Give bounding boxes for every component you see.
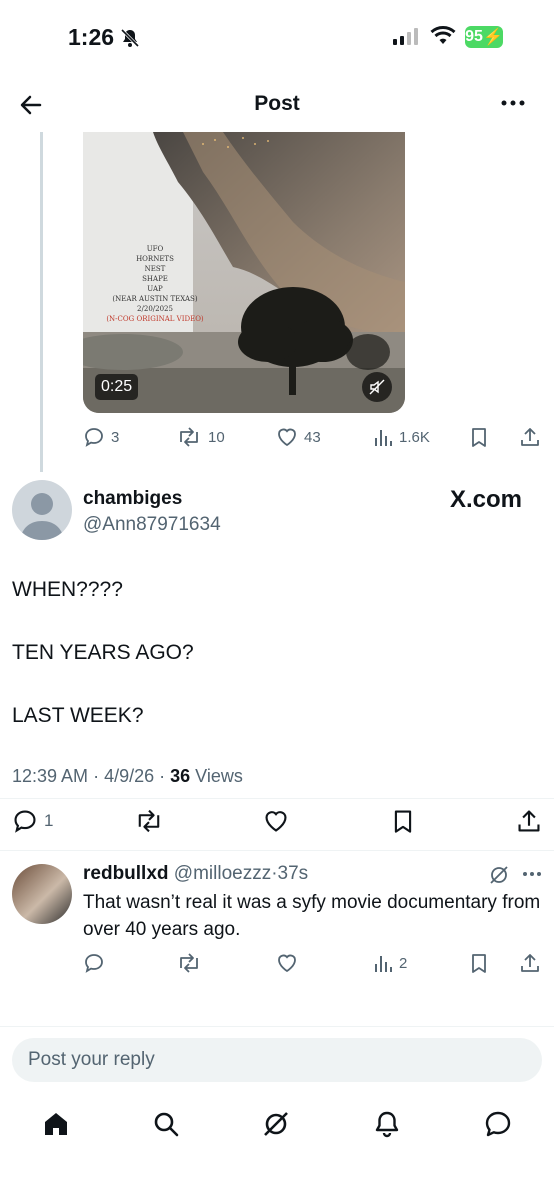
quoted-repost-button[interactable]: 10 [176,426,225,448]
thread-connector [40,132,43,472]
divider [0,1026,554,1027]
reply-input-placeholder: Post your reply [28,1049,155,1070]
reply-like-button[interactable] [276,952,298,974]
signal-icon [393,28,418,45]
video-overlay-text: UFO HORNETS NEST SHAPE UAP (NEAR AUSTIN … [106,245,204,323]
like-icon [278,428,296,447]
post-text-line: LAST WEEK? [12,704,144,727]
divider [0,798,554,799]
video-duration: 0:25 [95,374,139,400]
reply-button[interactable]: 1 [12,808,53,834]
nav-search[interactable] [152,1110,180,1138]
mute-icon [369,379,385,395]
post-date: 4/9/26 [104,766,155,786]
search-icon [154,1112,179,1137]
post-meta: 12:39 AM · 4/9/26 · 36 Views [12,766,243,786]
comment-icon [85,954,103,973]
home-icon [45,1113,67,1135]
post-text-line: WHEN???? [12,578,123,601]
more-icon [523,872,541,876]
reply-author-name[interactable]: redbullxd [83,863,169,884]
grok-icon [490,866,508,884]
mute-button[interactable] [362,372,392,402]
bell-icon [375,1111,399,1138]
wifi-icon [430,26,456,46]
quoted-views-button[interactable]: 1.6K [373,426,430,448]
post-text-line: TEN YEARS AGO? [12,641,194,664]
battery-indicator: 95 ⚡ [465,26,503,48]
reply-share-button[interactable] [519,952,541,974]
grok-button[interactable] [488,864,510,886]
quoted-bookmark-button[interactable] [469,426,489,448]
views-icon [375,956,392,972]
comment-icon [85,428,103,447]
bookmark-icon [472,428,486,447]
repost-icon [180,427,198,447]
xcom-watermark: X.com [450,486,523,513]
reply-text: That wasn’t real it was a syfy movie doc… [83,892,541,940]
quoted-reply-button[interactable]: 3 [83,426,119,448]
views-count: 36 [170,766,191,786]
reply-views-button[interactable]: 2 [373,952,407,974]
nav-notifications[interactable] [373,1110,401,1138]
post-time: 12:39 AM [12,766,89,786]
share-icon [521,428,539,446]
views-label: Views [195,766,243,786]
reply-avatar[interactable] [12,864,72,924]
divider [0,850,554,851]
reply-repost-button[interactable] [176,952,202,974]
like-icon [265,811,287,832]
nav-home[interactable] [42,1110,70,1138]
reply-author-handle[interactable]: @milloezzz [174,863,271,884]
share-icon [518,810,540,832]
reply-bookmark-button[interactable] [469,952,489,974]
grok-icon [264,1112,288,1136]
views-icon [375,430,392,446]
more-icon [501,100,525,106]
reply-age: 37s [277,863,309,884]
nav-messages[interactable] [484,1110,512,1138]
bookmark-icon [472,954,486,973]
author-name[interactable]: chambiges [83,488,182,510]
like-button[interactable] [263,808,289,834]
author-avatar[interactable] [12,480,72,540]
repost-button[interactable] [134,808,164,834]
like-icon [278,954,296,973]
page-title: Post [254,92,300,115]
reply-reply-button[interactable] [83,952,105,974]
bookmark-button[interactable] [391,808,415,834]
quoted-share-button[interactable] [519,426,541,448]
status-time: 1:26 [68,24,115,50]
share-button[interactable] [516,808,542,834]
silent-bell-icon [120,28,140,48]
repost-icon [180,953,198,973]
quoted-like-button[interactable]: 43 [276,426,321,448]
nav-grok[interactable] [262,1110,290,1138]
share-icon [521,954,539,972]
comment-icon [14,810,36,833]
reply-author[interactable]: redbullxd @milloezzz·37s [83,863,308,885]
bookmark-icon [394,810,412,833]
more-button[interactable] [500,98,526,108]
message-icon [485,1111,511,1137]
author-handle[interactable]: @Ann87971634 [83,514,221,536]
reply-more-button[interactable] [522,870,542,878]
repost-icon [138,809,160,833]
default-avatar-icon [20,493,64,540]
